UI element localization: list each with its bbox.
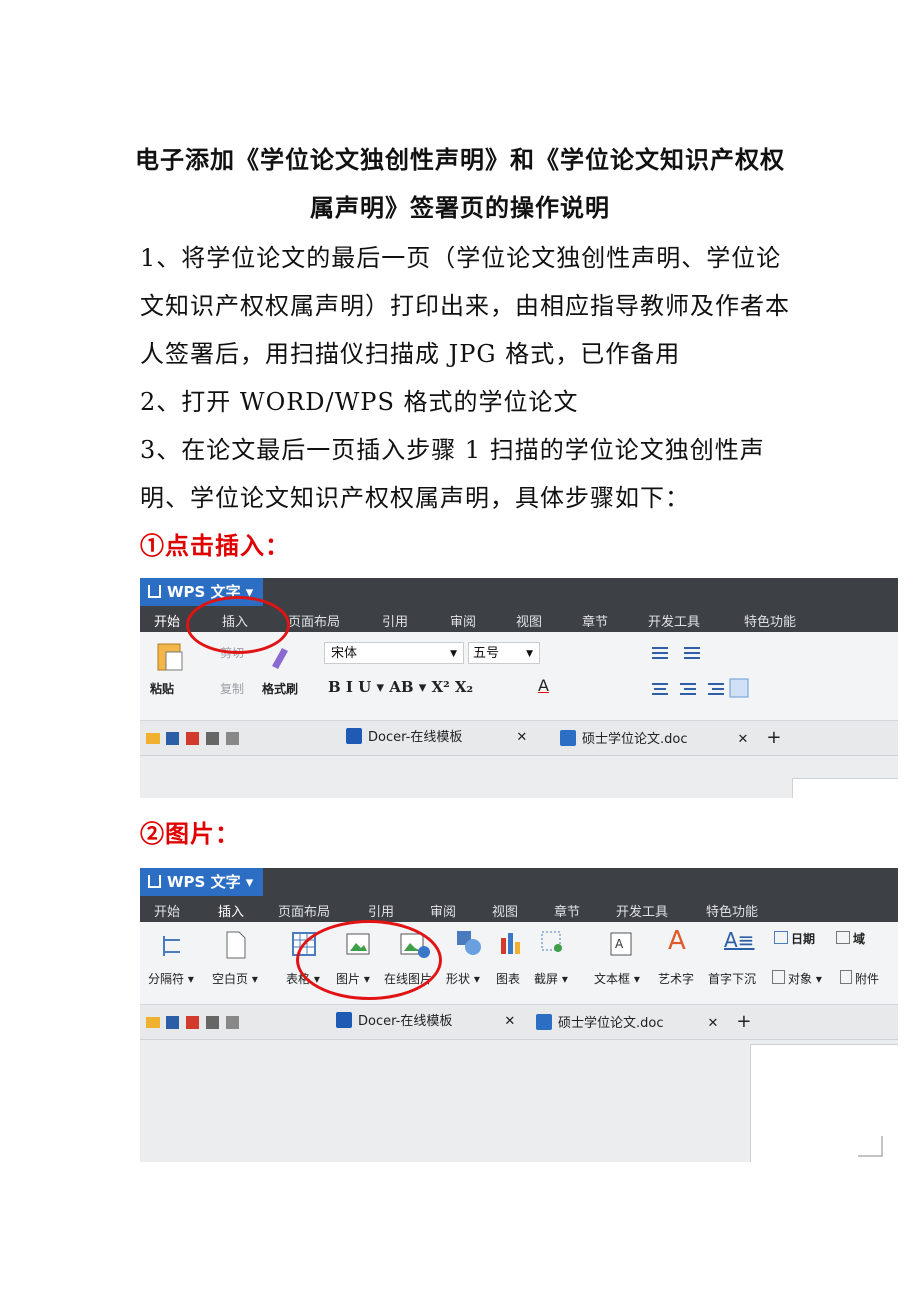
app-name: WPS 文字: [167, 873, 241, 891]
object-button[interactable]: 对象 ▾: [772, 970, 822, 987]
dropcap-icon: A≡: [724, 928, 755, 952]
page-corner-mark: [858, 1136, 883, 1157]
tab-docer[interactable]: Docer-在线模板 ✕: [346, 725, 527, 751]
field-label: 域: [853, 932, 866, 946]
date-label: 日期: [791, 932, 816, 946]
menu-home[interactable]: 开始: [154, 901, 180, 920]
new-tab-icon[interactable]: +: [736, 1011, 751, 1032]
menu-bar: 开始 插入 页面布局 引用 审阅 视图 章节 开发工具 特色功能: [140, 896, 898, 922]
word-doc-icon: [560, 730, 576, 746]
close-icon[interactable]: ✕: [516, 730, 527, 745]
menu-chapter[interactable]: 章节: [582, 611, 608, 630]
attachment-button[interactable]: 附件: [840, 970, 879, 987]
date-icon: [774, 931, 788, 944]
ribbon-insert: A A A≡ 日期 域 分隔符 ▾ 空白页 ▾ 表格 ▾ 图片 ▾ 在线图片 形…: [140, 922, 898, 1005]
menu-review[interactable]: 审阅: [430, 901, 456, 920]
shape-icon: [457, 931, 481, 955]
close-icon[interactable]: ✕: [504, 1014, 515, 1029]
close-icon[interactable]: ✕: [708, 1016, 719, 1031]
field-icon: [836, 931, 850, 944]
new-tab-icon[interactable]: +: [766, 727, 781, 748]
docer-icon: [346, 728, 362, 744]
highlight-circle-insert: [186, 596, 290, 654]
dropcap-button[interactable]: 首字下沉: [708, 970, 756, 987]
font-style-buttons[interactable]: B I U ▾ AB ▾ X² X₂: [328, 678, 473, 696]
font-color-button[interactable]: A: [538, 676, 549, 695]
paste-button[interactable]: 粘贴: [150, 680, 174, 697]
menu-view[interactable]: 视图: [492, 901, 518, 920]
quick-access-icons[interactable]: [146, 1015, 316, 1031]
menu-layout[interactable]: 页面布局: [278, 901, 330, 920]
page-corner: [792, 778, 898, 798]
sub-step-1: ①点击插入：: [140, 531, 290, 560]
menu-special[interactable]: 特色功能: [744, 611, 796, 630]
menu-developer[interactable]: 开发工具: [616, 901, 668, 920]
blank-page-button[interactable]: 空白页 ▾: [212, 970, 258, 987]
paste-icon[interactable]: [154, 640, 184, 672]
menu-insert[interactable]: 插入: [218, 901, 244, 920]
step-3: 3、在论文最后一页插入步骤 1 扫描的学位论文独创性声明、学位论文知识产权权属声…: [140, 436, 765, 512]
svg-text:A: A: [615, 937, 624, 951]
attachment-icon: [840, 970, 852, 984]
chart-icon: [501, 933, 520, 954]
menu-special[interactable]: 特色功能: [706, 901, 758, 920]
sub-step-2: ②图片：: [140, 819, 240, 848]
doc-title-line2: 属声明》签署页的操作说明: [310, 193, 610, 222]
date-button[interactable]: 日期: [774, 930, 815, 947]
screenshot-icon: [541, 931, 562, 952]
tab-docer-label: Docer-在线模板: [368, 730, 463, 745]
object-icon: [772, 970, 785, 984]
tab-doc-label: 硕士学位论文.doc: [582, 732, 688, 747]
quick-access-icons[interactable]: [146, 731, 316, 747]
font-value: 宋体: [331, 646, 358, 661]
tab-doc-label: 硕士学位论文.doc: [558, 1016, 664, 1031]
menu-home[interactable]: 开始: [154, 611, 180, 630]
chart-button[interactable]: 图表: [496, 970, 520, 987]
section-break-button[interactable]: 分隔符 ▾: [148, 970, 194, 987]
screenshot-button[interactable]: 截屏 ▾: [534, 970, 568, 987]
wps-app-button[interactable]: WPS 文字 ▾: [140, 868, 264, 896]
document-tabs: Docer-在线模板 ✕ 硕士学位论文.doc ✕ +: [140, 721, 898, 756]
tab-docer-label: Docer-在线模板: [358, 1014, 453, 1029]
tab-doc[interactable]: 硕士学位论文.doc ✕ +: [560, 725, 782, 751]
screenshot-insert-tab: WPS 文字 ▾ 开始 插入 页面布局 引用 审阅 视图 章节 开发工具 特色功…: [140, 578, 898, 798]
format-painter-button[interactable]: 格式刷: [262, 680, 298, 697]
word-doc-icon: [536, 1014, 552, 1030]
wps-logo-icon: [148, 585, 161, 598]
doc-title-line1: 电子添加《学位论文独创性声明》和《学位论文知识产权权: [135, 145, 785, 174]
wps-logo-icon: [148, 875, 161, 888]
wordart-icon: A: [668, 926, 686, 956]
copy-button[interactable]: 复制: [220, 680, 244, 697]
tab-docer[interactable]: Docer-在线模板 ✕: [336, 1009, 515, 1035]
shape-button[interactable]: 形状 ▾: [446, 970, 480, 987]
textbox-button[interactable]: 文本框 ▾: [594, 970, 640, 987]
font-select[interactable]: 宋体 ▼: [324, 642, 464, 664]
close-icon[interactable]: ✕: [738, 732, 749, 747]
step-2: 2、打开 WORD/WPS 格式的学位论文: [140, 388, 579, 416]
screenshot-picture-button: WPS 文字 ▾ 开始 插入 页面布局 引用 审阅 视图 章节 开发工具 特色功…: [140, 868, 898, 1162]
menu-reference[interactable]: 引用: [368, 901, 394, 920]
blank-page-icon: [226, 931, 246, 959]
menu-layout[interactable]: 页面布局: [288, 611, 340, 630]
menu-reference[interactable]: 引用: [382, 611, 408, 630]
highlight-circle-picture: [296, 920, 442, 1000]
textbox-icon: A: [610, 932, 632, 956]
step-1: 1、将学位论文的最后一页（学位论文独创性声明、学位论文知识产权权属声明）打印出来…: [140, 244, 790, 368]
menu-chapter[interactable]: 章节: [554, 901, 580, 920]
tab-doc[interactable]: 硕士学位论文.doc ✕ +: [536, 1009, 752, 1035]
docer-icon: [336, 1012, 352, 1028]
align-icons[interactable]: [650, 644, 890, 704]
menu-view[interactable]: 视图: [516, 611, 542, 630]
size-value: 五号: [473, 646, 500, 661]
menu-review[interactable]: 审阅: [450, 611, 476, 630]
menu-developer[interactable]: 开发工具: [648, 611, 700, 630]
section-break-icon: [163, 936, 180, 956]
field-button[interactable]: 域: [836, 930, 865, 947]
document-tabs: Docer-在线模板 ✕ 硕士学位论文.doc ✕ +: [140, 1005, 898, 1040]
wordart-button[interactable]: 艺术字: [658, 970, 694, 987]
size-select[interactable]: 五号 ▼: [468, 642, 540, 664]
